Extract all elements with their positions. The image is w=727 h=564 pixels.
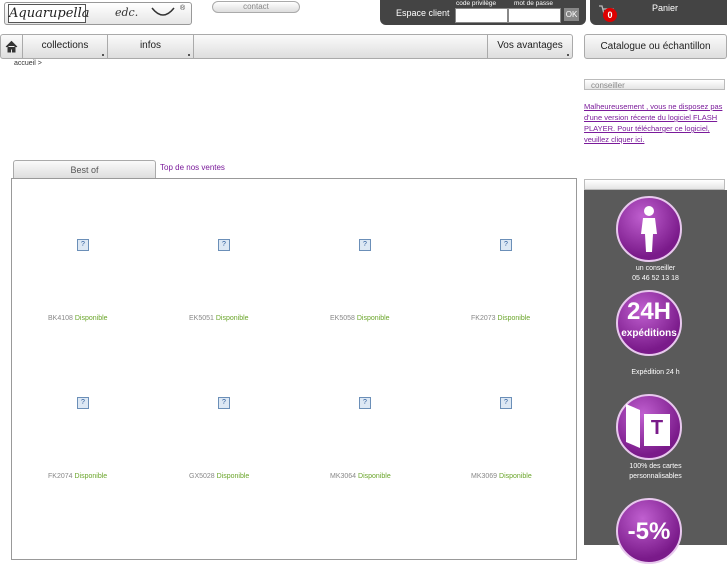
brand-logo[interactable]: Aquarupella edc. ® (4, 2, 192, 25)
nav-collections[interactable]: collections (23, 35, 108, 58)
advantages-column: un conseiller 05 46 52 13 18 24H expédit… (584, 190, 727, 564)
espace-client-label: Espace client (396, 8, 450, 18)
cartes-caption-2: personnalisables (629, 473, 682, 480)
card-letter: T (650, 417, 664, 439)
mot-de-passe-input[interactable] (508, 8, 561, 23)
login-ok-button[interactable]: OK (564, 8, 579, 21)
product-ref: MK3069 (471, 473, 498, 480)
home-icon (5, 40, 18, 53)
nav-vos-avantages-marker (567, 54, 569, 56)
product-status: Disponible (358, 473, 391, 480)
cartes-advantage[interactable]: T (616, 394, 682, 460)
product-label[interactable]: FK2073 Disponible (471, 315, 530, 322)
product-status: Disponible (497, 315, 531, 322)
product-grid-panel (11, 178, 577, 560)
conseiller-phone: 05 46 52 13 18 (632, 275, 679, 282)
espace-client-bar: Espace client code privilège mot de pass… (380, 0, 586, 25)
tab-best-of[interactable]: Best of (13, 160, 156, 179)
product-status: Disponible (499, 473, 532, 480)
nav-collections-label: collections (41, 40, 89, 51)
advantages-header (584, 179, 725, 190)
logo-edc: edc. (115, 6, 139, 19)
nav-infos[interactable]: infos (108, 35, 194, 58)
product-ref: GX5028 (189, 473, 215, 480)
nav-infos-marker (188, 54, 190, 56)
product-label[interactable]: MK3069 Disponible (471, 473, 532, 480)
product-ref: EK5051 (189, 315, 214, 322)
expedition-24h-advantage[interactable]: 24H expéditions (616, 290, 682, 356)
product-image-placeholder[interactable]: ? (500, 239, 512, 251)
person-icon (641, 206, 657, 252)
conseiller-header: conseiller (584, 79, 725, 90)
expedition-caption: Expédition 24 h (631, 369, 680, 376)
nav-infos-label: infos (139, 40, 162, 51)
product-ref: FK2074 (48, 473, 73, 480)
product-status: Disponible (74, 315, 108, 322)
remise-value: -5% (627, 518, 671, 545)
panier-label: Panier (652, 3, 679, 13)
panier-bar[interactable]: 0 Panier (590, 0, 727, 25)
cart-count-badge: 0 (603, 8, 617, 22)
main-nav: collections infos Vos avantages (0, 34, 573, 59)
product-ref: BK4108 (48, 315, 73, 322)
expedition-24h-big: 24H (626, 298, 672, 325)
code-privilege-label: code privilège (456, 0, 497, 7)
product-label[interactable]: EK5051 Disponible (189, 315, 249, 322)
expedition-24h-small: expéditions (621, 328, 677, 339)
nav-vos-avantages-label: Vos avantages (497, 40, 563, 51)
product-image-placeholder[interactable]: ? (77, 239, 89, 251)
product-ref: FK2073 (471, 315, 496, 322)
contact-button[interactable]: contact (212, 1, 300, 13)
product-status: Disponible (74, 473, 108, 480)
product-label[interactable]: BK4108 Disponible (48, 315, 108, 322)
product-status: Disponible (356, 315, 390, 322)
conseiller-advantage[interactable] (616, 196, 682, 262)
product-label[interactable]: EK5058 Disponible (330, 315, 390, 322)
product-label[interactable]: GX5028 Disponible (189, 473, 249, 480)
catalogue-button[interactable]: Catalogue ou échantillon (584, 34, 727, 59)
nav-collections-marker (102, 54, 104, 56)
conseiller-caption-1: un conseiller (635, 265, 676, 272)
product-image-placeholder[interactable]: ? (359, 239, 371, 251)
remise-advantage[interactable]: -5% (616, 498, 682, 564)
logo-curve-icon (151, 7, 175, 16)
home-button[interactable] (1, 35, 23, 58)
product-status: Disponible (215, 315, 249, 322)
product-label[interactable]: MK3064 Disponible (330, 473, 391, 480)
flash-player-message[interactable]: Malheureusement , vous ne disposez pas d… (584, 101, 726, 145)
product-ref: MK3064 (330, 473, 357, 480)
product-status: Disponible (216, 473, 250, 480)
tab-top-ventes[interactable]: Top de nos ventes (160, 163, 225, 172)
code-privilege-input[interactable] (455, 8, 508, 23)
cartes-caption-1: 100% des cartes (629, 463, 682, 470)
product-image-placeholder[interactable]: ? (218, 397, 230, 409)
logo-aquarupella: Aquarupella (8, 4, 90, 23)
product-image-placeholder[interactable]: ? (359, 397, 371, 409)
breadcrumb[interactable]: accueil > (14, 60, 42, 67)
mot-de-passe-label: mot de passe (514, 0, 554, 7)
product-image-placeholder[interactable]: ? (77, 397, 89, 409)
product-image-placeholder[interactable]: ? (500, 397, 512, 409)
product-ref: EK5058 (330, 315, 355, 322)
nav-vos-avantages[interactable]: Vos avantages (487, 35, 572, 58)
product-label[interactable]: FK2074 Disponible (48, 473, 107, 480)
product-image-placeholder[interactable]: ? (218, 239, 230, 251)
logo-registered: ® (180, 5, 186, 12)
